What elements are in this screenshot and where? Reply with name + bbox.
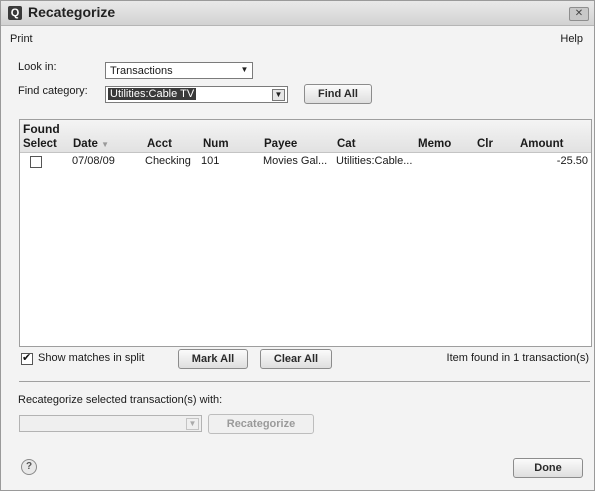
row-num: 101 <box>201 155 220 167</box>
done-button[interactable]: Done <box>513 458 583 478</box>
chevron-down-icon: ▼ <box>240 65 249 74</box>
help-icon[interactable]: ? <box>21 459 37 475</box>
recategorize-label: Recategorize selected transaction(s) wit… <box>18 394 223 406</box>
found-header: Found Select Date ▼ Acct Num Payee Cat M… <box>20 120 591 153</box>
column-clr[interactable]: Clr <box>477 138 493 150</box>
column-cat[interactable]: Cat <box>337 138 356 150</box>
quicken-logo-icon: Q <box>8 6 22 20</box>
row-acct: Checking <box>145 155 191 167</box>
window-title: Recategorize <box>28 4 116 20</box>
column-payee[interactable]: Payee <box>264 138 297 150</box>
column-date[interactable]: Date ▼ <box>73 138 109 150</box>
recategorize-window: Q Recategorize ✕ Print Help Look in: Tra… <box>0 0 595 491</box>
find-category-label: Find category: <box>18 85 88 97</box>
menu-print[interactable]: Print <box>10 33 33 45</box>
find-category-field[interactable]: Utilities:Cable TV ▼ <box>105 86 288 103</box>
found-title: Found <box>23 122 60 136</box>
dropdown-arrow-icon[interactable]: ▼ <box>272 89 285 101</box>
find-all-button[interactable]: Find All <box>304 84 372 104</box>
close-icon[interactable]: ✕ <box>569 7 589 21</box>
look-in-select[interactable]: Transactions ▼ <box>105 62 253 79</box>
menu-bar: Print Help <box>1 27 594 45</box>
recategorize-category-field[interactable]: ▼ <box>19 415 202 432</box>
column-date-label: Date <box>73 138 98 150</box>
look-in-label: Look in: <box>18 61 57 73</box>
clear-all-button[interactable]: Clear All <box>260 349 332 369</box>
recategorize-button[interactable]: Recategorize <box>208 414 314 434</box>
title-bar: Q Recategorize ✕ <box>1 1 594 26</box>
row-cat: Utilities:Cable... <box>336 155 413 167</box>
found-table: Found Select Date ▼ Acct Num Payee Cat M… <box>19 119 592 347</box>
divider <box>19 381 590 382</box>
show-matches-label[interactable]: Show matches in split <box>38 352 144 364</box>
look-in-value: Transactions <box>110 65 173 77</box>
menu-help[interactable]: Help <box>560 33 583 45</box>
row-payee: Movies Gal... <box>263 155 328 167</box>
sort-down-icon: ▼ <box>101 140 110 149</box>
column-memo[interactable]: Memo <box>418 138 451 150</box>
show-matches-checkbox[interactable] <box>21 351 33 365</box>
column-acct[interactable]: Acct <box>147 138 172 150</box>
dropdown-arrow-icon[interactable]: ▼ <box>186 418 199 430</box>
row-date: 07/08/09 <box>72 155 115 167</box>
column-num[interactable]: Num <box>203 138 229 150</box>
row-select-checkbox[interactable] <box>30 156 42 168</box>
column-select[interactable]: Select <box>23 138 57 150</box>
status-text: Item found in 1 transaction(s) <box>446 352 589 364</box>
row-amount: -25.50 <box>556 155 588 167</box>
find-category-value: Utilities:Cable TV <box>108 88 197 100</box>
table-row[interactable]: 07/08/09 Checking 101 Movies Gal... Util… <box>20 153 591 169</box>
mark-all-button[interactable]: Mark All <box>178 349 248 369</box>
column-amount[interactable]: Amount <box>520 138 563 150</box>
